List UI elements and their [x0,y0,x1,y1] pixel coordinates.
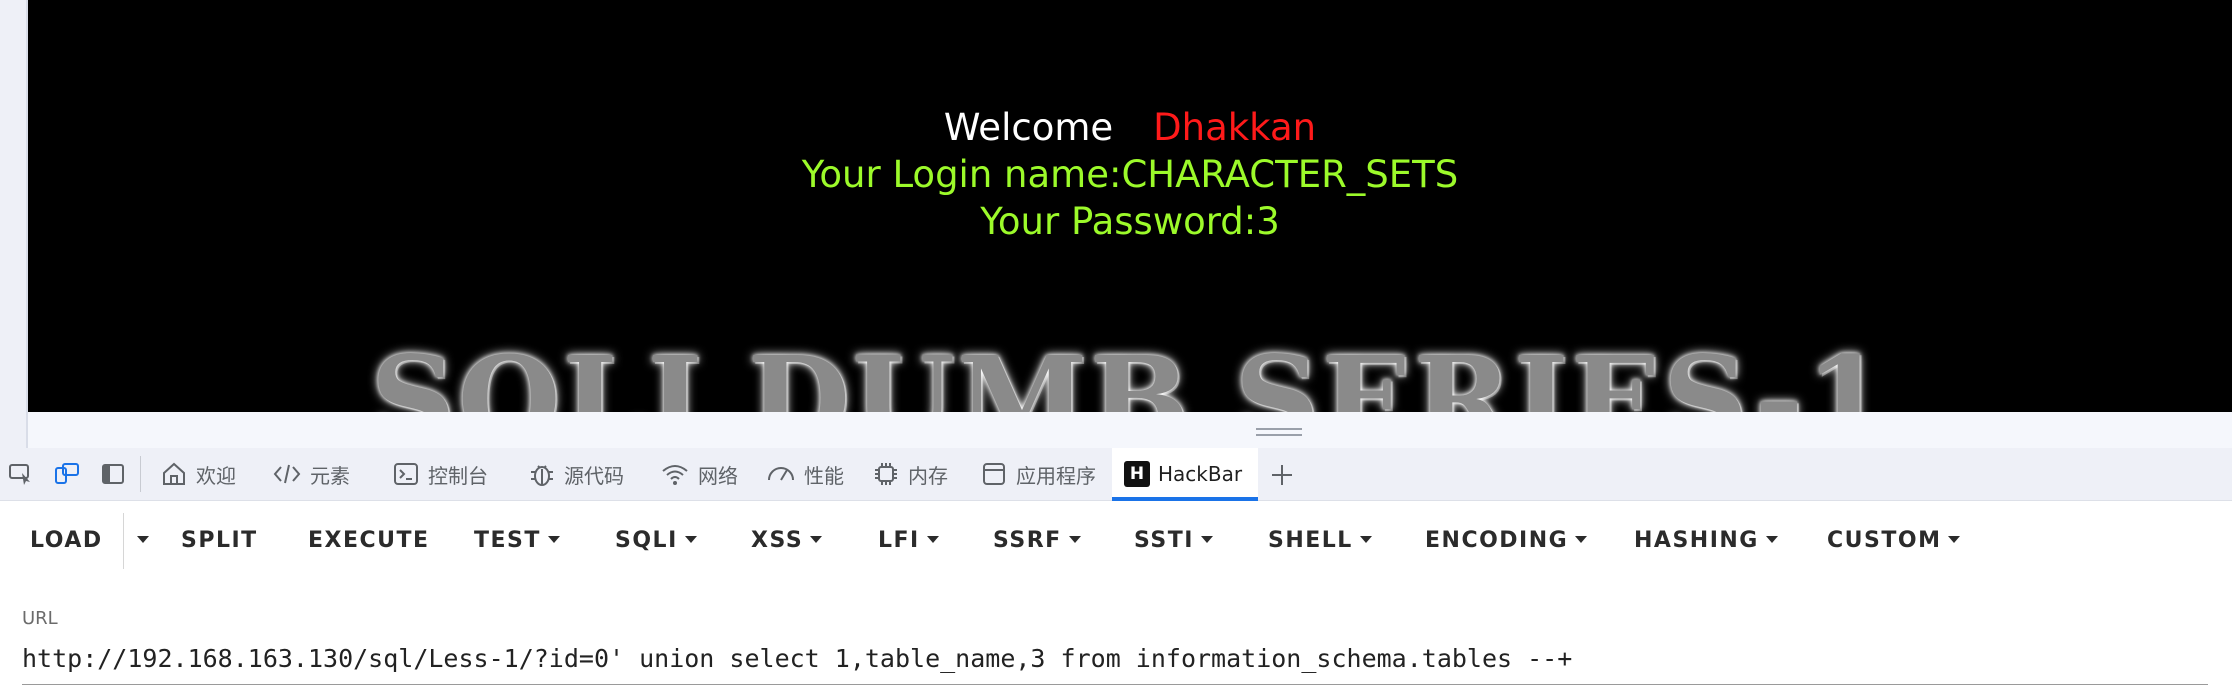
ssti-label: SSTI [1134,528,1194,553]
tab-label: 网络 [698,463,738,488]
xss-label: XSS [751,528,804,553]
window-icon [983,463,1005,485]
sqli-menu-button[interactable]: SQLI [615,525,697,557]
inspect-icon[interactable] [8,462,34,486]
page-viewport: Welcome Dhakkan Your Login name:CHARACTER… [28,0,2232,412]
shell-menu-button[interactable]: SHELL [1268,525,1372,557]
lfi-label: LFI [878,528,920,553]
ssrf-label: SSRF [993,528,1062,553]
chevron-down-icon [1765,535,1778,543]
tab-network[interactable]: 网络 [660,448,738,500]
tab-hackbar[interactable]: H HackBar [1112,448,1259,501]
load-separator [123,513,124,569]
sqli-label: SQLI [615,528,678,553]
toolbar-separator [140,456,141,492]
test-label: TEST [474,528,541,553]
url-input[interactable]: http://192.168.163.130/sql/Less-1/?id=0'… [22,644,1572,673]
console-icon [394,463,418,485]
tab-label: 性能 [804,463,844,488]
shell-label: SHELL [1268,528,1353,553]
banner-image: SQLI DUMB SERIES-1 [370,330,1890,412]
tab-performance[interactable]: 性能 [766,448,844,500]
tab-label: 源代码 [564,463,624,488]
chevron-down-icon [810,535,823,543]
hackbar-icon: H [1124,461,1150,487]
chevron-down-icon [547,535,560,543]
tab-console[interactable]: 控制台 [392,448,488,500]
chevron-down-icon [926,535,939,543]
custom-label: CUSTOM [1827,528,1942,553]
password-text: Your Password:3 [980,200,1280,243]
hackbar-toolbar: LOAD SPLIT EXECUTE TEST SQLI XSS LFI SSR… [0,501,2232,581]
test-menu-button[interactable]: TEST [474,525,560,557]
chevron-down-icon [1200,535,1213,543]
device-emulation-icon[interactable] [54,462,80,486]
custom-menu-button[interactable]: CUSTOM [1827,525,1961,557]
ssti-menu-button[interactable]: SSTI [1134,525,1213,557]
tab-label: 应用程序 [1016,463,1096,488]
split-button[interactable]: SPLIT [181,525,258,557]
execute-button[interactable]: EXECUTE [308,525,430,557]
xss-menu-button[interactable]: XSS [751,525,823,557]
welcome-label: Welcome [943,106,1114,149]
login-name-text: Your Login name:CHARACTER_SETS [801,153,1459,196]
chevron-down-icon [1948,535,1961,543]
load-button[interactable]: LOAD [30,525,103,557]
tab-label: 控制台 [428,463,488,488]
code-icon [273,464,301,484]
tab-memory[interactable]: 内存 [872,448,948,500]
encoding-label: ENCODING [1425,528,1569,553]
url-label: URL [22,608,58,629]
hashing-menu-button[interactable]: HASHING [1634,525,1778,557]
home-icon [163,462,185,485]
tab-label: 元素 [310,463,350,488]
lfi-menu-button[interactable]: LFI [878,525,939,557]
devtools-tabbar: 欢迎 元素 控制台 源代码 网络 性能 内存 应用程序 H HackBar [0,448,2232,501]
chevron-down-icon [1575,535,1588,543]
url-underline [22,684,2208,685]
dock-side-icon[interactable] [100,462,126,486]
grip-icon[interactable] [1256,428,1302,440]
tab-elements[interactable]: 元素 [272,448,350,500]
welcome-row: Welcome Dhakkan [28,104,2232,152]
ssrf-menu-button[interactable]: SSRF [993,525,1081,557]
wifi-icon [662,465,688,485]
chevron-down-icon [684,535,697,543]
load-dropdown-button[interactable] [130,525,149,557]
tab-label: HackBar [1158,462,1243,486]
welcome-name: Dhakkan [1153,106,1317,149]
left-gutter [0,0,28,448]
gauge-icon [768,467,794,481]
panel-resize-handle[interactable] [28,412,2232,448]
bug-icon [531,465,553,486]
chevron-down-icon [1068,535,1081,543]
tab-sources[interactable]: 源代码 [528,448,624,500]
hashing-label: HASHING [1634,528,1759,553]
tab-label: 内存 [908,463,948,488]
chevron-down-icon [137,535,149,543]
tab-application[interactable]: 应用程序 [980,448,1096,500]
tab-label: 欢迎 [196,463,236,488]
encoding-menu-button[interactable]: ENCODING [1425,525,1588,557]
chevron-down-icon [1359,535,1372,543]
chip-icon [875,463,897,485]
tab-welcome[interactable]: 欢迎 [160,448,236,500]
add-tab-icon[interactable] [1268,461,1296,489]
